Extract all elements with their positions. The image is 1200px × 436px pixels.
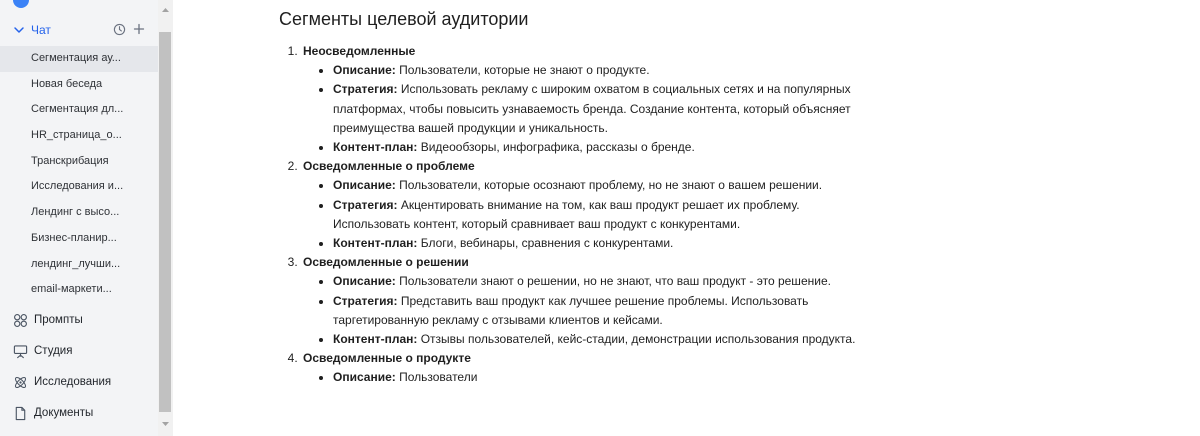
detail-text: Представить ваш продукт как лучшее решен… <box>333 293 809 327</box>
detail-label: Контент-план: <box>333 140 418 155</box>
segment-detail-item: Контент-план: Блоги, вебинары, сравнения… <box>333 234 861 253</box>
segment-detail-item: Описание: Пользователи <box>333 368 861 387</box>
segment-details: Описание: Пользователи знают о решении, … <box>303 272 861 349</box>
segment-name: Осведомленные о проблеме <box>303 159 475 174</box>
segment-detail-item: Стратегия: Представить ваш продукт как л… <box>333 292 861 330</box>
sidebar-scrollbar[interactable] <box>158 0 173 436</box>
segment-detail-item: Контент-план: Видеообзоры, инфографика, … <box>333 138 861 157</box>
chat-list-item[interactable]: email-маркети... <box>0 277 158 303</box>
nav-label-research: Исследования <box>34 376 112 388</box>
grid-icon <box>14 313 27 327</box>
chat-list-item[interactable]: лендинг_лучши... <box>0 252 158 278</box>
detail-text: Пользователи <box>395 370 478 385</box>
detail-text: Пользователи, которые не знают о продукт… <box>395 63 650 78</box>
segment-detail-item: Описание: Пользователи знают о решении, … <box>333 272 861 291</box>
nav-item-research[interactable]: Исследования <box>0 369 158 395</box>
scroll-down-icon[interactable] <box>161 420 170 428</box>
segment-item: Осведомленные о продукте Описание: Пользо… <box>301 349 861 387</box>
chat-list-item[interactable]: Исследования и... <box>0 174 158 200</box>
detail-label: Описание: <box>333 274 396 289</box>
chat-section-label: Чат <box>31 23 51 37</box>
segment-detail-item: Стратегия: Акцентировать внимание на том… <box>333 196 861 234</box>
detail-text: Отзывы пользователей, кейс-стадии, демон… <box>417 332 856 347</box>
nav-item-prompts[interactable]: Промпты <box>0 307 158 333</box>
segment-item: Неосведомленные Описание: Пользователи, к… <box>301 42 861 157</box>
main-content: Сегменты целевой аудитории Неосведомленн… <box>173 0 1200 436</box>
nav-item-studio[interactable]: Студия <box>0 338 158 364</box>
detail-text: Использовать рекламу с широким охватом в… <box>333 82 851 135</box>
nav-label-documents: Документы <box>34 407 94 419</box>
chevron-down-icon[interactable] <box>12 23 26 37</box>
detail-text: Видеообзоры, инфографика, рассказы о бре… <box>417 140 695 155</box>
chat-list-item[interactable]: Бизнес-планир... <box>0 226 158 252</box>
nav-label-studio: Студия <box>34 345 73 357</box>
plus-icon[interactable] <box>133 23 145 35</box>
detail-label: Стратегия: <box>333 82 398 97</box>
detail-label: Описание: <box>333 63 396 78</box>
detail-label: Описание: <box>333 370 396 385</box>
segment-details: Описание: Пользователи, которые осознают… <box>303 176 861 253</box>
segment-detail-item: Контент-план: Отзывы пользователей, кейс… <box>333 330 861 349</box>
scrollbar-thumb[interactable] <box>159 32 171 412</box>
clock-icon[interactable] <box>113 23 126 36</box>
segment-item: Осведомленные о решении Описание: Пользов… <box>301 253 861 349</box>
detail-label: Контент-план: <box>333 236 418 251</box>
chat-list-item[interactable]: Сегментация ау... <box>0 46 158 72</box>
chat-section-header[interactable]: Чат <box>0 16 158 44</box>
segment-name: Осведомленные о решении <box>303 255 469 270</box>
detail-label: Стратегия: <box>333 293 398 308</box>
document-icon <box>15 406 26 420</box>
nav-label-prompts: Промпты <box>34 314 83 326</box>
chat-list-item[interactable]: HR_страница_о... <box>0 123 158 149</box>
detail-label: Контент-план: <box>333 332 418 347</box>
page-title: Сегменты целевой аудитории <box>279 9 529 29</box>
detail-label: Стратегия: <box>333 197 398 212</box>
segment-detail-item: Описание: Пользователи, которые не знают… <box>333 61 861 80</box>
nav-item-documents[interactable]: Документы <box>0 400 158 426</box>
easel-icon <box>13 344 28 358</box>
scroll-up-icon[interactable] <box>161 6 170 14</box>
detail-text: Пользователи знают о решении, но не знаю… <box>395 274 831 289</box>
segment-name: Неосведомленные <box>303 44 416 58</box>
segment-detail-item: Стратегия: Использовать рекламу с широки… <box>333 80 861 138</box>
atom-icon <box>14 376 27 388</box>
segment-name: Осведомленные о продукте <box>303 351 471 366</box>
detail-text: Акцентировать внимание на том, как ваш п… <box>333 197 800 231</box>
detail-text: Пользователи, которые осознают проблему,… <box>395 178 823 193</box>
detail-label: Описание: <box>333 178 396 193</box>
logo[interactable] <box>13 0 29 8</box>
chat-list-item[interactable]: Новая беседа <box>0 72 158 98</box>
chat-list: Сегментация ау... Новая беседа Сегментация… <box>0 46 158 303</box>
chat-list-item[interactable]: Лендинг с высо... <box>0 200 158 226</box>
segments-list: Неосведомленные Описание: Пользователи, к… <box>281 42 861 388</box>
segment-details: Описание: Пользователи <box>303 368 861 387</box>
detail-text: Блоги, вебинары, сравнения с конкурентам… <box>417 236 674 251</box>
segment-item: Осведомленные о проблеме Описание: Пользо… <box>301 157 861 253</box>
sidebar: Чат Сегментация ау... Новая беседа Сегмент… <box>0 0 158 436</box>
segment-details: Описание: Пользователи, которые не знают… <box>303 61 861 157</box>
segment-detail-item: Описание: Пользователи, которые осознают… <box>333 176 861 195</box>
chat-list-item[interactable]: Транскрибация <box>0 149 158 175</box>
chat-list-item[interactable]: Сегментация дл... <box>0 97 158 123</box>
